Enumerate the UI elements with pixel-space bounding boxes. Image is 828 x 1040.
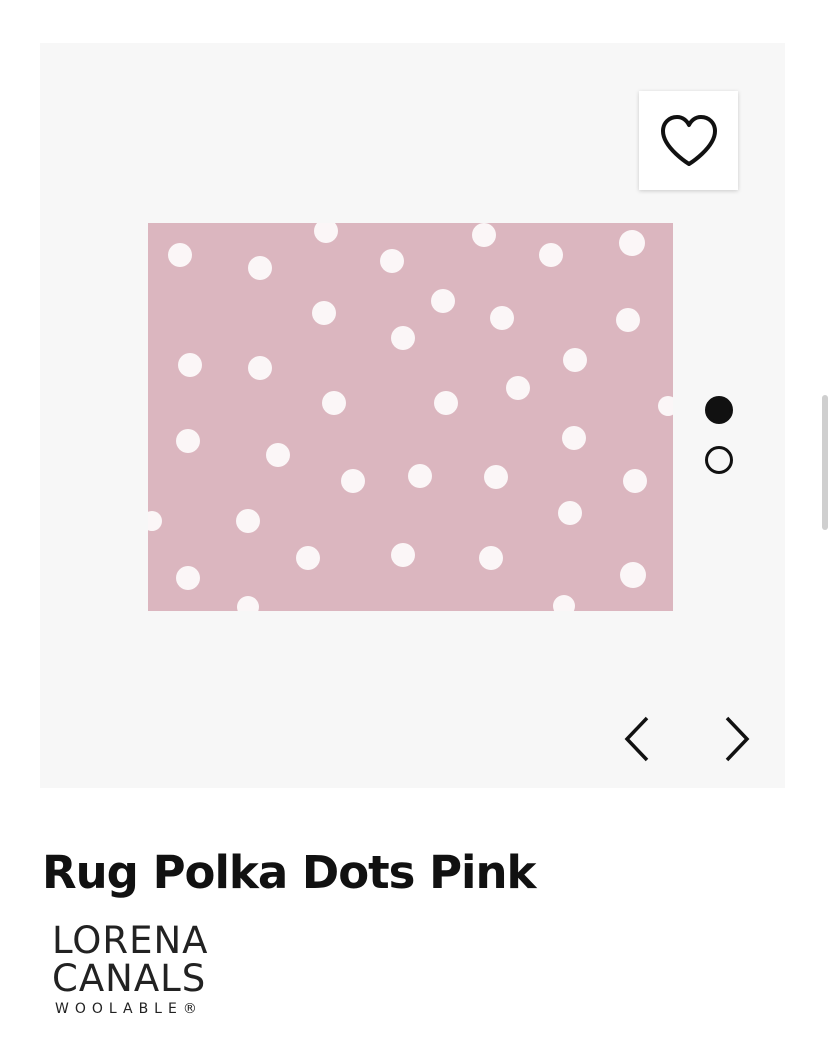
gallery-pagination [705,396,737,496]
brand-logo-line2: CANALS [52,957,207,1000]
next-image-button[interactable] [712,711,760,767]
chevron-left-icon [624,716,649,762]
gallery-dot-1[interactable] [705,396,733,424]
brand-logo[interactable]: LORENA CANALS WOOLABLE® [52,919,209,1018]
product-image-gallery[interactable] [40,43,785,788]
chevron-right-icon [725,716,750,762]
product-title: Rug Polka Dots Pink [42,846,536,899]
heart-outline-icon [660,114,717,166]
gallery-dot-2[interactable] [705,446,733,474]
scrollbar[interactable] [822,395,828,530]
brand-logo-line1: LORENA [52,919,209,962]
product-image-rug [148,223,673,611]
favorite-button[interactable] [639,91,738,190]
previous-image-button[interactable] [614,711,662,767]
brand-logo-line3: WOOLABLE® [55,1001,203,1017]
